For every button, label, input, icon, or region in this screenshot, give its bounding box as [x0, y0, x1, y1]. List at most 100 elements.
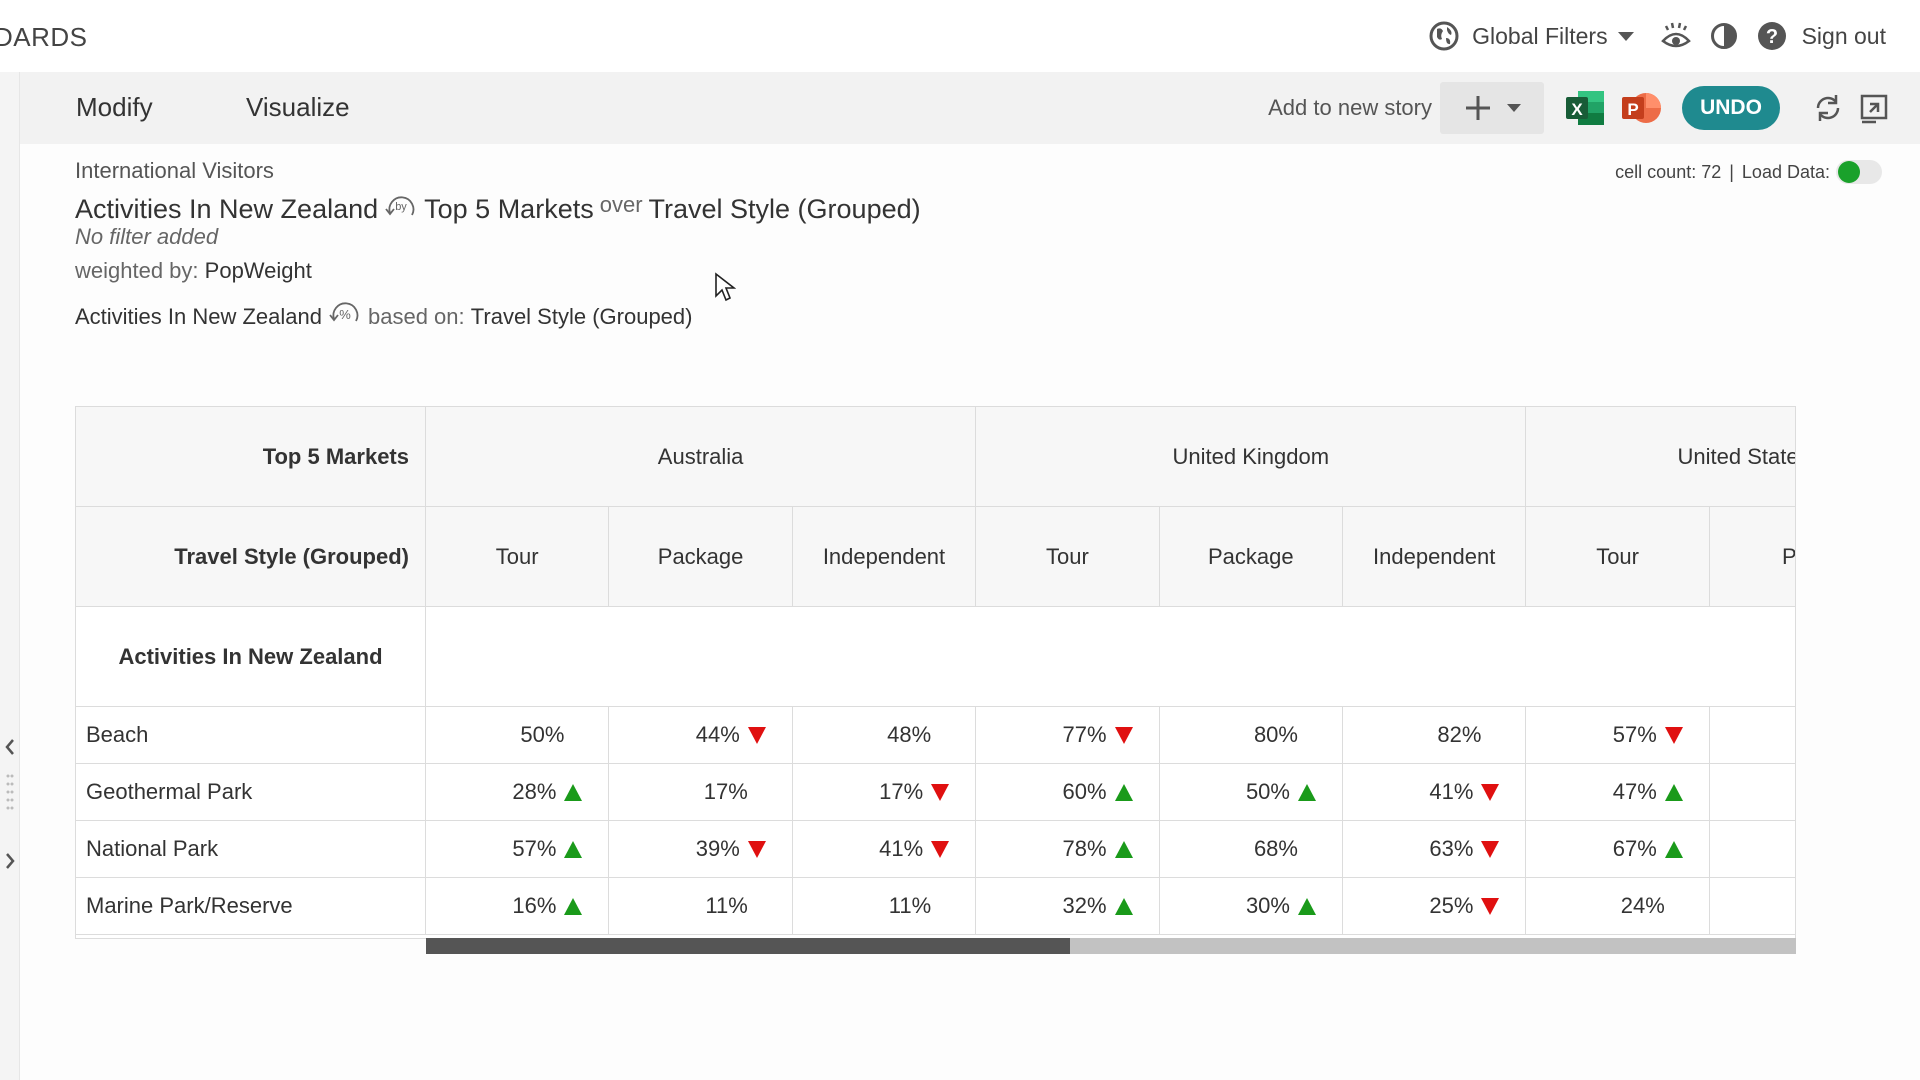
- cell-count: cell count: 72: [1615, 161, 1722, 182]
- cell-value: 60%: [1062, 779, 1107, 804]
- cell-value: 30%: [1245, 893, 1290, 918]
- table-cell[interactable]: 60%: [976, 764, 1160, 821]
- table-cell[interactable]: 17%: [792, 764, 977, 821]
- contrast-icon[interactable]: [1708, 20, 1740, 52]
- trend-up-icon: [1114, 897, 1133, 915]
- travel-style-header[interactable]: Tour: [1526, 507, 1710, 607]
- column-variable-1[interactable]: Top 5 Markets: [424, 194, 594, 225]
- eye-icon[interactable]: [1660, 20, 1692, 52]
- scrollbar-thumb[interactable]: [426, 938, 1070, 954]
- table-cell[interactable]: [1709, 707, 1795, 764]
- table-cell[interactable]: 57%: [426, 821, 610, 878]
- table-cell[interactable]: 11%: [609, 878, 793, 935]
- trend-down-icon: [747, 726, 766, 744]
- cell-value: 24%: [1620, 893, 1665, 918]
- chevron-down-icon: [1617, 31, 1634, 41]
- row-label: National Park: [76, 821, 426, 878]
- table-cell[interactable]: 77%: [976, 707, 1160, 764]
- powerpoint-icon[interactable]: P: [1620, 88, 1662, 128]
- table-cell[interactable]: 57%: [1526, 707, 1710, 764]
- expand-icon[interactable]: [1856, 90, 1892, 126]
- trend-down-icon: [1664, 726, 1683, 744]
- travel-style-header[interactable]: Package: [609, 507, 793, 607]
- global-filters-button[interactable]: Global Filters: [1428, 20, 1634, 52]
- table-cell[interactable]: 68%: [1159, 821, 1343, 878]
- table-cell[interactable]: 50%: [426, 707, 610, 764]
- cell-value: 77%: [1062, 722, 1107, 747]
- cell-value: 32%: [1062, 893, 1107, 918]
- table-cell[interactable]: 17%: [609, 764, 793, 821]
- travel-style-header[interactable]: Package: [1159, 507, 1343, 607]
- table-cell[interactable]: 25%: [1343, 878, 1527, 935]
- tab-visualize[interactable]: Visualize: [246, 92, 350, 123]
- trend-down-icon: [1481, 897, 1500, 915]
- table-cell[interactable]: 30%: [1159, 878, 1343, 935]
- market-header[interactable]: United States Of America: [1526, 407, 1795, 507]
- weight-line: weighted by: PopWeight: [75, 258, 312, 284]
- filter-status: No filter added: [75, 224, 219, 249]
- table-cell[interactable]: 32%: [976, 878, 1160, 935]
- load-data-toggle[interactable]: [1836, 160, 1882, 184]
- cell-value: 57%: [1612, 722, 1657, 747]
- undo-button[interactable]: UNDO: [1682, 86, 1780, 130]
- table-cell[interactable]: 48%: [792, 707, 977, 764]
- table-cell[interactable]: 80%: [1159, 707, 1343, 764]
- svg-text:%: %: [339, 307, 351, 322]
- trend-down-icon: [747, 840, 766, 858]
- row-variable[interactable]: Activities In New Zealand: [75, 194, 378, 225]
- trend-up-icon: [564, 783, 583, 801]
- cell-value: 68%: [1253, 836, 1298, 861]
- globe-icon: [1428, 20, 1460, 52]
- table-cell[interactable]: 44%: [609, 707, 793, 764]
- percentage-variable[interactable]: Activities In New Zealand: [75, 304, 322, 330]
- trend-up-icon: [1664, 783, 1683, 801]
- table-cell[interactable]: 67%: [1526, 821, 1710, 878]
- excel-icon[interactable]: X: [1564, 88, 1606, 128]
- market-header[interactable]: Australia: [426, 407, 977, 507]
- table-cell[interactable]: 82%: [1343, 707, 1527, 764]
- cell-value: 25%: [1429, 893, 1474, 918]
- cell-value: 47%: [1612, 779, 1657, 804]
- dataset-name: International Visitors: [75, 158, 274, 183]
- table-cell[interactable]: 39%: [609, 821, 793, 878]
- brand-title: DARDS: [0, 22, 88, 52]
- table-cell[interactable]: [1709, 878, 1795, 935]
- table-cell[interactable]: [1709, 764, 1795, 821]
- plus-icon: [1466, 96, 1490, 120]
- table-cell[interactable]: 63%: [1343, 821, 1527, 878]
- help-icon[interactable]: ?: [1756, 20, 1788, 52]
- trend-up-icon: [564, 897, 583, 915]
- horizontal-scrollbar[interactable]: [426, 938, 1796, 954]
- table-cell[interactable]: 24%: [1526, 878, 1710, 935]
- market-header[interactable]: United Kingdom: [976, 407, 1527, 507]
- weight-variable[interactable]: PopWeight: [205, 258, 312, 284]
- table-cell[interactable]: 16%: [426, 878, 610, 935]
- refresh-icon[interactable]: [1810, 90, 1846, 126]
- travel-style-header[interactable]: Independent: [792, 507, 977, 607]
- based-on-variable[interactable]: Travel Style (Grouped): [471, 304, 693, 330]
- table-cell[interactable]: 11%: [792, 878, 977, 935]
- drag-handle-icon[interactable]: [3, 772, 17, 812]
- sign-out-link[interactable]: Sign out: [1802, 23, 1886, 50]
- table-cell[interactable]: 78%: [976, 821, 1160, 878]
- table-cell[interactable]: 47%: [1526, 764, 1710, 821]
- chevron-down-icon: [1507, 104, 1521, 112]
- table-cell[interactable]: 28%: [426, 764, 610, 821]
- table-cell[interactable]: 41%: [1343, 764, 1527, 821]
- travel-style-header[interactable]: Tour: [976, 507, 1160, 607]
- column-variable-2[interactable]: Travel Style (Grouped): [649, 194, 921, 225]
- travel-style-header[interactable]: Tour: [426, 507, 610, 607]
- chevron-left-icon[interactable]: [3, 736, 17, 758]
- by-badge-icon: by: [385, 196, 415, 216]
- chevron-right-icon[interactable]: [3, 850, 17, 872]
- toggle-knob: [1838, 161, 1860, 183]
- table-cell[interactable]: [1709, 821, 1795, 878]
- tab-modify[interactable]: Modify: [76, 92, 153, 123]
- travel-style-header[interactable]: Pac: [1709, 507, 1795, 607]
- add-to-story-button[interactable]: [1440, 82, 1544, 134]
- travel-style-header[interactable]: Independent: [1343, 507, 1527, 607]
- table-cell[interactable]: 41%: [792, 821, 977, 878]
- header-travel-style-label: Travel Style (Grouped): [76, 507, 426, 607]
- table-cell[interactable]: 50%: [1159, 764, 1343, 821]
- top-header: DARDS Global Filters ? Sign out: [0, 0, 1920, 72]
